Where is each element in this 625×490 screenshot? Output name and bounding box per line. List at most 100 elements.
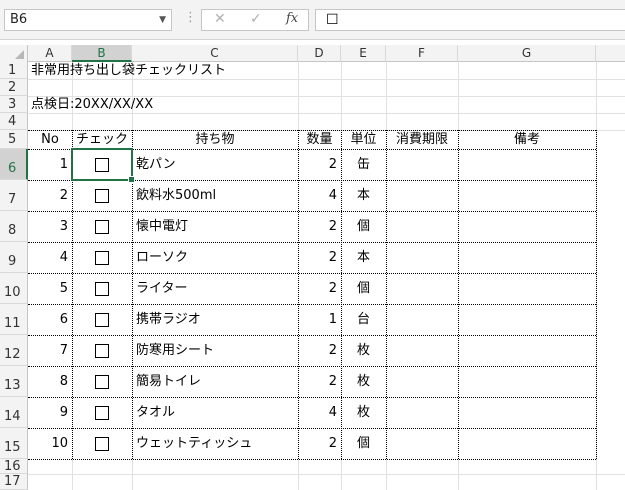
row-header-1[interactable]: 1 bbox=[0, 62, 28, 79]
item-unit[interactable]: 枚 bbox=[341, 397, 386, 428]
checkbox-icon[interactable] bbox=[95, 344, 109, 358]
item-note[interactable] bbox=[458, 273, 596, 304]
row-header-12[interactable]: 12 bbox=[0, 335, 28, 366]
item-no[interactable]: 5 bbox=[28, 273, 72, 304]
item-no[interactable]: 4 bbox=[28, 242, 72, 273]
item-name[interactable]: ウェットティッシュ bbox=[136, 428, 252, 459]
item-unit[interactable]: 個 bbox=[341, 428, 386, 459]
header-unit[interactable]: 単位 bbox=[341, 130, 386, 149]
item-expiry[interactable] bbox=[386, 366, 458, 397]
col-header-b[interactable]: B bbox=[72, 45, 132, 62]
item-no[interactable]: 8 bbox=[28, 366, 72, 397]
item-name[interactable]: ライター bbox=[136, 273, 187, 304]
row-header-16[interactable]: 16 bbox=[0, 459, 28, 474]
item-unit[interactable]: 缶 bbox=[341, 149, 386, 180]
item-note[interactable] bbox=[458, 149, 596, 180]
row-header-11[interactable]: 11 bbox=[0, 304, 28, 335]
item-no[interactable]: 7 bbox=[28, 335, 72, 366]
row-header-9[interactable]: 9 bbox=[0, 242, 28, 273]
row-header-2[interactable]: 2 bbox=[0, 79, 28, 96]
checkbox-icon[interactable] bbox=[95, 251, 109, 265]
checkbox-icon[interactable] bbox=[95, 437, 109, 451]
checkbox-icon[interactable] bbox=[95, 282, 109, 296]
item-no[interactable]: 3 bbox=[28, 211, 72, 242]
item-unit[interactable]: 枚 bbox=[341, 366, 386, 397]
row-header-15[interactable]: 15 bbox=[0, 428, 28, 459]
item-qty[interactable]: 2 bbox=[298, 335, 341, 366]
row-header-17[interactable]: 17 bbox=[0, 474, 28, 490]
row-header-13[interactable]: 13 bbox=[0, 366, 28, 397]
item-no[interactable]: 9 bbox=[28, 397, 72, 428]
item-name[interactable]: 携帯ラジオ bbox=[136, 304, 201, 335]
item-qty[interactable]: 2 bbox=[298, 149, 341, 180]
item-name[interactable]: 乾パン bbox=[136, 149, 176, 180]
item-no[interactable]: 2 bbox=[28, 180, 72, 211]
item-expiry[interactable] bbox=[386, 397, 458, 428]
item-qty[interactable]: 2 bbox=[298, 242, 341, 273]
item-unit[interactable]: 枚 bbox=[341, 335, 386, 366]
header-no[interactable]: No bbox=[28, 130, 72, 149]
item-note[interactable] bbox=[458, 211, 596, 242]
item-unit[interactable]: 台 bbox=[341, 304, 386, 335]
col-header-d[interactable]: D bbox=[298, 45, 341, 62]
item-name[interactable]: ローソク bbox=[136, 242, 188, 273]
header-qty[interactable]: 数量 bbox=[298, 130, 341, 149]
row-header-4[interactable]: 4 bbox=[0, 113, 28, 130]
item-qty[interactable]: 4 bbox=[298, 180, 341, 211]
item-note[interactable] bbox=[458, 180, 596, 211]
row-header-7[interactable]: 7 bbox=[0, 180, 28, 211]
item-unit[interactable]: 本 bbox=[341, 180, 386, 211]
col-header-f[interactable]: F bbox=[386, 45, 458, 62]
item-unit[interactable]: 本 bbox=[341, 242, 386, 273]
more-options-icon[interactable]: ⋮ bbox=[184, 10, 197, 25]
col-header-a[interactable]: A bbox=[28, 45, 72, 62]
checkbox-icon[interactable] bbox=[95, 313, 109, 327]
item-note[interactable] bbox=[458, 366, 596, 397]
item-note[interactable] bbox=[458, 242, 596, 273]
item-expiry[interactable] bbox=[386, 149, 458, 180]
item-expiry[interactable] bbox=[386, 242, 458, 273]
item-name[interactable]: 懐中電灯 bbox=[136, 211, 188, 242]
chevron-down-icon[interactable]: ▼ bbox=[159, 10, 166, 30]
item-note[interactable] bbox=[458, 428, 596, 459]
checkbox-icon[interactable] bbox=[95, 375, 109, 389]
row-header-14[interactable]: 14 bbox=[0, 397, 28, 428]
formula-input[interactable]: ☐ bbox=[315, 9, 625, 31]
item-qty[interactable]: 2 bbox=[298, 366, 341, 397]
header-expiry[interactable]: 消費期限 bbox=[386, 130, 458, 149]
checkbox-icon[interactable] bbox=[95, 220, 109, 234]
selected-cell-b6[interactable] bbox=[71, 148, 135, 183]
item-expiry[interactable] bbox=[386, 304, 458, 335]
insert-function-icon[interactable]: fx bbox=[286, 11, 298, 26]
row-header-3[interactable]: 3 bbox=[0, 96, 28, 113]
item-unit[interactable]: 個 bbox=[341, 273, 386, 304]
row-header-10[interactable]: 10 bbox=[0, 273, 28, 304]
item-qty[interactable]: 2 bbox=[298, 428, 341, 459]
item-note[interactable] bbox=[458, 397, 596, 428]
row-header-8[interactable]: 8 bbox=[0, 211, 28, 242]
inspection-date[interactable]: 点検日:20XX/XX/XX bbox=[31, 96, 153, 113]
item-name[interactable]: 防寒用シート bbox=[136, 335, 214, 366]
header-note[interactable]: 備考 bbox=[458, 130, 596, 149]
item-no[interactable]: 1 bbox=[28, 149, 72, 180]
item-expiry[interactable] bbox=[386, 335, 458, 366]
header-item[interactable]: 持ち物 bbox=[132, 130, 298, 149]
item-qty[interactable]: 2 bbox=[298, 211, 341, 242]
select-all-button[interactable] bbox=[0, 45, 28, 62]
row-header-5[interactable]: 5 bbox=[0, 130, 28, 149]
item-qty[interactable]: 4 bbox=[298, 397, 341, 428]
item-expiry[interactable] bbox=[386, 180, 458, 211]
item-expiry[interactable] bbox=[386, 428, 458, 459]
item-no[interactable]: 6 bbox=[28, 304, 72, 335]
item-no[interactable]: 10 bbox=[28, 428, 72, 459]
enter-icon[interactable]: ✓ bbox=[250, 11, 262, 27]
item-note[interactable] bbox=[458, 304, 596, 335]
col-header-e[interactable]: E bbox=[341, 45, 386, 62]
item-qty[interactable]: 1 bbox=[298, 304, 341, 335]
checkbox-icon[interactable] bbox=[95, 406, 109, 420]
name-box[interactable]: B6 ▼ bbox=[4, 9, 172, 31]
checkbox-icon[interactable] bbox=[95, 189, 109, 203]
item-qty[interactable]: 2 bbox=[298, 273, 341, 304]
header-check[interactable]: チェック bbox=[72, 130, 132, 149]
item-expiry[interactable] bbox=[386, 211, 458, 242]
